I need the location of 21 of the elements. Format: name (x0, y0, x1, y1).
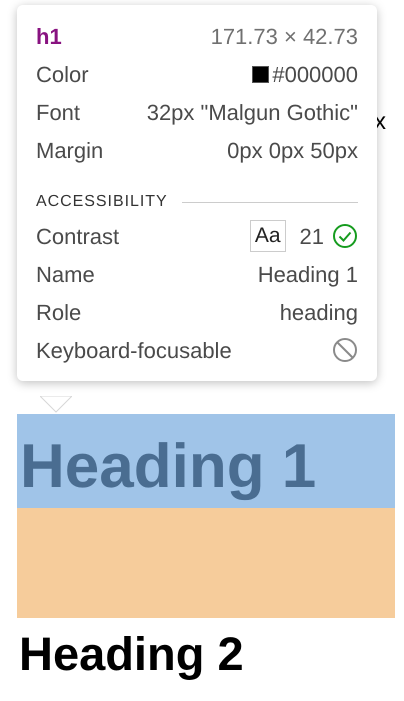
element-size: 171.73 × 42.73 (210, 22, 358, 50)
property-value: heading (280, 298, 358, 327)
heading-text: Heading 1 (20, 436, 316, 498)
property-label: Margin (36, 136, 104, 165)
property-label: Keyboard-focusable (36, 336, 232, 365)
section-title: ACCESSIBILITY (36, 192, 168, 212)
property-label: Color (36, 60, 89, 88)
property-value: 32px "Malgun Gothic" (146, 98, 358, 127)
property-label: Contrast (36, 222, 120, 250)
color-swatch (252, 66, 270, 82)
property-value: 0px 0px 50px (227, 136, 358, 165)
element-tag: h1 (36, 20, 62, 52)
heading-text: Heading 2 (19, 626, 245, 682)
tooltip-arrow (40, 396, 72, 413)
property-label: Role (36, 298, 82, 326)
property-label: Font (36, 98, 80, 126)
property-value: Heading 1 (258, 260, 358, 289)
property-value: #000000 (272, 60, 358, 88)
contrast-sample: Aa (250, 220, 286, 252)
property-value: 21 (300, 222, 324, 250)
property-label: Name (36, 260, 95, 288)
